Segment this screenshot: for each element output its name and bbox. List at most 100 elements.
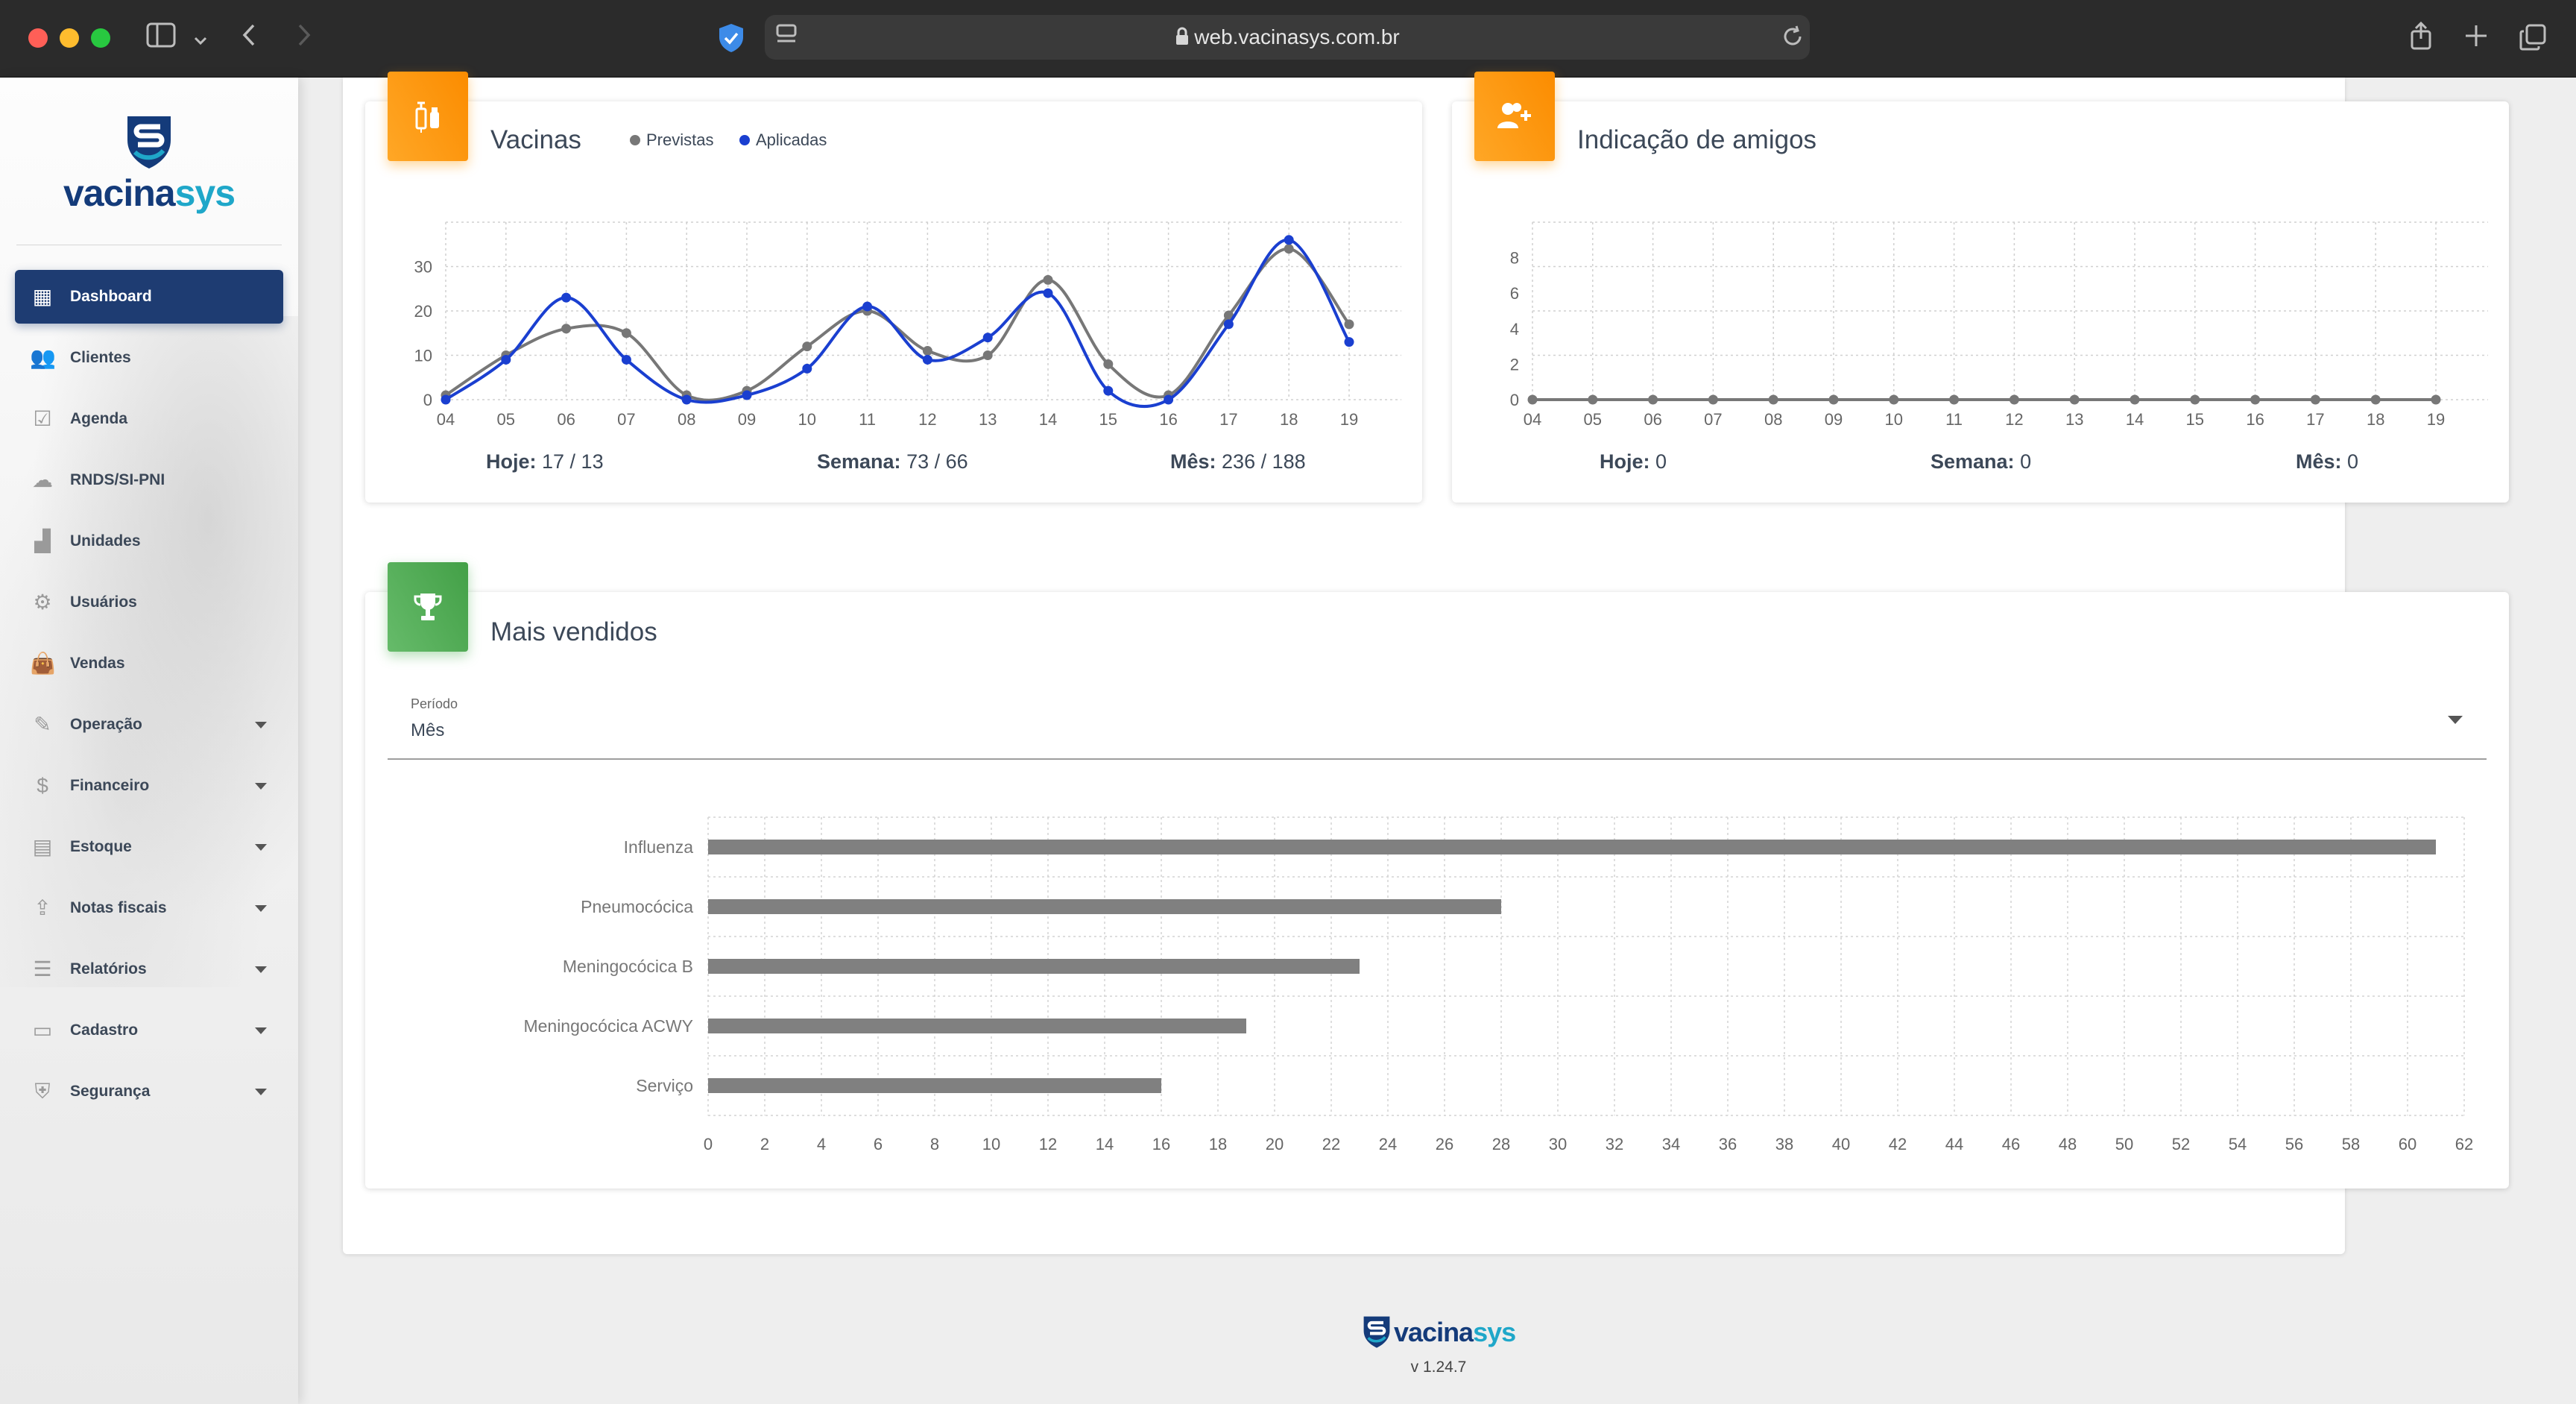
data-point-previstas	[1344, 319, 1354, 330]
expand-caret-icon	[255, 722, 267, 728]
archive-icon: ▤	[32, 835, 53, 858]
y-tick-label: 0	[423, 391, 432, 409]
data-point-previstas	[1284, 244, 1294, 254]
tab-overview-icon[interactable]	[2519, 24, 2546, 57]
x-tick-label: 05	[497, 410, 515, 425]
sidebar-toggle-icon[interactable]	[146, 22, 176, 54]
sidebar-item-usu-rios[interactable]: ⚙ Usuários	[15, 576, 283, 629]
logo-text-part2: sys	[174, 172, 236, 214]
x-tick-label: 18	[1209, 1135, 1227, 1153]
x-tick-label: 06	[557, 410, 575, 425]
sidebar-item-label: Clientes	[70, 349, 131, 366]
sidebar-item-notas-fiscais[interactable]: ⇪ Notas fiscais	[15, 881, 283, 935]
data-point-series-0	[2069, 394, 2080, 405]
share-icon[interactable]	[2409, 21, 2433, 57]
x-tick-label: 12	[918, 410, 936, 425]
x-tick-label: 38	[1775, 1135, 1793, 1153]
vacinas-legend-previstas[interactable]: Previstas	[630, 130, 713, 150]
sidebar-item-seguran-a[interactable]: ⛨ Segurança	[15, 1065, 283, 1118]
vacinas-stat-mes: Mês: 236 / 188	[1170, 450, 1306, 473]
sidebar-item-vendas[interactable]: 👜 Vendas	[15, 637, 283, 690]
x-tick-label: 4	[817, 1135, 826, 1153]
sidebar-item-agenda[interactable]: ☑ Agenda	[15, 392, 283, 446]
sidebar-item-opera-o[interactable]: ✎ Operação	[15, 698, 283, 752]
window-maximize-button[interactable]	[91, 28, 110, 48]
data-point-series-0	[1588, 394, 1598, 405]
sidebar-item-relat-rios[interactable]: ☰ Relatórios	[15, 942, 283, 996]
sidebar-item-financeiro[interactable]: $ Financeiro	[15, 759, 283, 813]
new-tab-icon[interactable]	[2464, 24, 2488, 54]
category-label: Meningocócica B	[563, 957, 693, 976]
shopping-bag-icon: 👜	[30, 652, 56, 675]
bar	[708, 1019, 1246, 1033]
reload-icon[interactable]	[1781, 24, 1804, 55]
expand-caret-icon	[255, 1089, 267, 1095]
footer-logo-shield-icon	[1363, 1316, 1390, 1348]
mais-vendidos-card-icon	[388, 562, 468, 652]
sidebar-item-dashboard[interactable]: ▦ Dashboard	[15, 270, 283, 324]
x-tick-label: 07	[1704, 410, 1722, 425]
data-point-aplicadas	[621, 354, 631, 365]
x-tick-label: 19	[1340, 410, 1358, 425]
url-text: web.vacinasys.com.br	[1194, 25, 1400, 48]
data-point-previstas	[621, 328, 631, 339]
data-point-previstas	[1103, 359, 1114, 369]
address-bar[interactable]: web.vacinasys.com.br	[765, 15, 1810, 60]
x-tick-label: 14	[1039, 410, 1057, 425]
vacinasys-logo[interactable]: vacinasys	[60, 113, 239, 218]
y-tick-label: 8	[1510, 249, 1519, 268]
sidebar-item-rnds-si-pni[interactable]: ☁ RNDS/SI-PNI	[15, 453, 283, 507]
x-tick-label: 6	[874, 1135, 883, 1153]
x-tick-label: 16	[1159, 410, 1177, 425]
sidebar-item-unidades[interactable]: ▟ Unidades	[15, 514, 283, 568]
series-line-previstas	[444, 247, 1351, 402]
data-point-series-0	[2370, 394, 2381, 405]
data-point-series-0	[1708, 394, 1718, 405]
sidebar-item-estoque[interactable]: ▤ Estoque	[15, 820, 283, 874]
data-point-previstas	[1043, 274, 1053, 285]
sidebar-item-clientes[interactable]: 👥 Clientes	[15, 331, 283, 385]
vacinas-legend-aplicadas[interactable]: Aplicadas	[739, 130, 827, 150]
category-label: Pneumocócica	[581, 897, 693, 916]
back-arrow-icon[interactable]	[240, 22, 258, 54]
sidebar-item-cadastro[interactable]: ▭ Cadastro	[15, 1004, 283, 1057]
vacinas-stat-semana: Semana: 73 / 66	[817, 450, 968, 473]
legend-dot-previstas	[630, 135, 640, 145]
data-point-previstas	[802, 341, 812, 352]
privacy-shield-icon[interactable]	[717, 22, 745, 60]
forward-arrow-icon[interactable]	[295, 22, 313, 54]
logo-shield-icon	[127, 116, 171, 169]
x-tick-label: 22	[1322, 1135, 1340, 1153]
cloud-upload-icon: ☁	[32, 468, 53, 491]
chevron-down-icon[interactable]	[192, 25, 209, 55]
logo-text-part1: vacina	[63, 172, 176, 214]
sidebar-item-label: Notas fiscais	[70, 899, 167, 916]
x-tick-label: 08	[1764, 410, 1782, 425]
x-tick-label: 52	[2172, 1135, 2190, 1153]
sidebar-item-label: Relatórios	[70, 960, 147, 978]
y-tick-label: 10	[414, 347, 432, 365]
user-settings-icon: ⚙	[33, 591, 52, 614]
building-icon: ▟	[34, 529, 51, 553]
x-tick-label: 20	[1266, 1135, 1284, 1153]
x-tick-label: 2	[760, 1135, 769, 1153]
data-point-series-0	[1648, 394, 1658, 405]
sidebar-item-label: Estoque	[70, 838, 132, 855]
browser-toolbar: web.vacinasys.com.br	[0, 0, 2576, 78]
amigos-title: Indicação de amigos	[1577, 125, 1817, 154]
syringe-icon	[415, 101, 439, 133]
x-tick-label: 32	[1606, 1135, 1623, 1153]
expand-caret-icon	[255, 905, 267, 912]
sidebar-item-label: Dashboard	[70, 288, 152, 305]
window-close-button[interactable]	[28, 28, 48, 48]
window-minimize-button[interactable]	[60, 28, 79, 48]
bar	[708, 1078, 1161, 1093]
bar	[708, 959, 1360, 974]
y-tick-label: 4	[1510, 320, 1519, 339]
list-icon: ☰	[33, 957, 52, 980]
x-tick-label: 06	[1644, 410, 1661, 425]
data-point-series-0	[2250, 394, 2261, 405]
legend-dot-aplicadas	[739, 135, 750, 145]
folder-icon: ▭	[32, 1019, 53, 1042]
period-dropdown-arrow-icon[interactable]	[2448, 716, 2463, 724]
